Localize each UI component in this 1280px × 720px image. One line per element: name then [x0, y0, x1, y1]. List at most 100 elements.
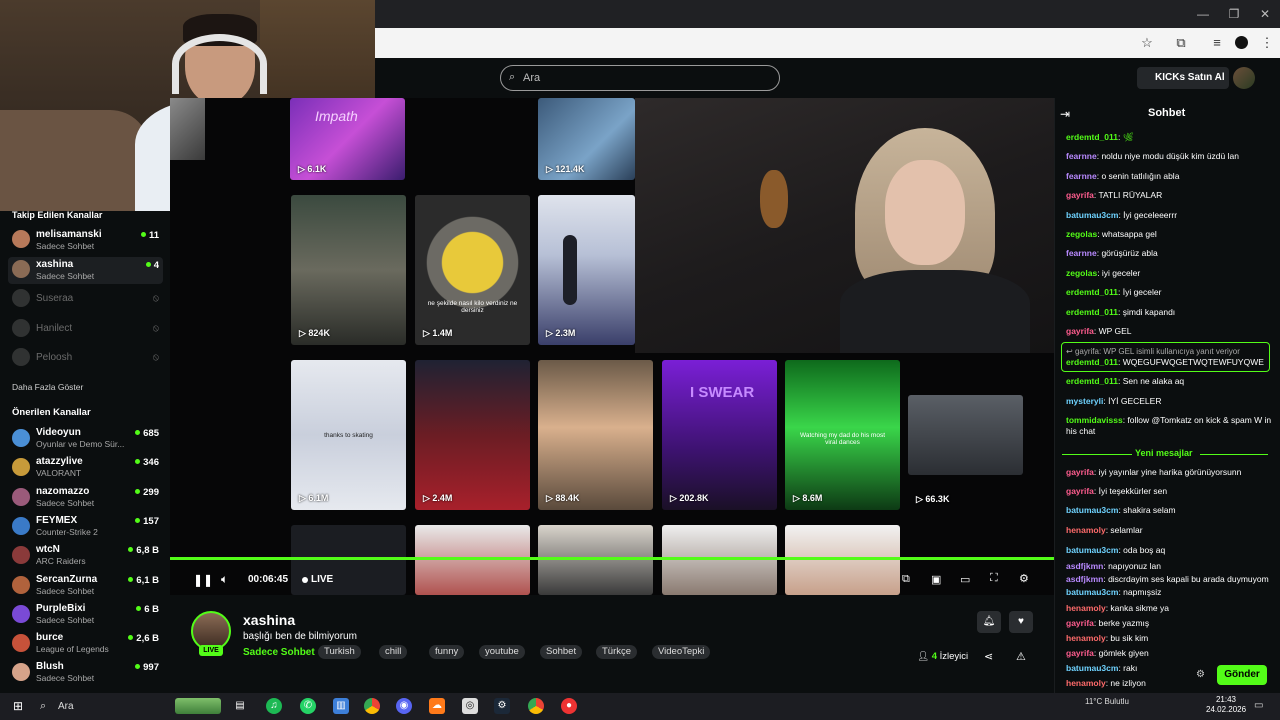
clip-tile-partial[interactable]: [291, 525, 406, 595]
chat-username[interactable]: gayrifa: [1066, 648, 1094, 658]
channel-avatar[interactable]: [12, 487, 30, 506]
pip-icon[interactable]: ▣: [931, 573, 941, 586]
chat-username[interactable]: erdemtd_011: [1066, 132, 1118, 142]
chat-username[interactable]: mysteryli: [1066, 396, 1103, 406]
chat-username[interactable]: batumau3cm: [1066, 587, 1118, 597]
show-more-link[interactable]: Daha Fazla Göster: [12, 382, 83, 392]
tag-chip[interactable]: chill: [379, 645, 408, 659]
chat-username[interactable]: henamoly: [1066, 633, 1106, 643]
clip-tile[interactable]: ▷ 88.4K: [538, 360, 653, 510]
chat-username[interactable]: batumau3cm: [1066, 505, 1118, 515]
files-icon[interactable]: ▥: [333, 698, 349, 714]
notification-icon[interactable]: ▭: [1254, 700, 1263, 711]
chat-username[interactable]: batumau3cm: [1066, 663, 1118, 673]
clock[interactable]: 21:43 24.02.2026: [1206, 695, 1246, 715]
channel-avatar[interactable]: [12, 318, 30, 337]
clip-tile[interactable]: ▷ 824K: [291, 195, 406, 345]
clip-tile[interactable]: ▷ 2.4M: [415, 360, 530, 510]
collapse-chat-icon[interactable]: ⇥: [1060, 107, 1070, 121]
discord-icon[interactable]: ◉: [396, 698, 412, 714]
chat-username[interactable]: henamoly: [1066, 525, 1106, 535]
sidebar-item-nazomazzo[interactable]: nazomazzo: [36, 486, 126, 497]
chat-username[interactable]: gayrifa: [1066, 467, 1094, 477]
extensions-icon[interactable]: ⧉: [1172, 34, 1190, 52]
clip-tile-partial[interactable]: [415, 525, 530, 595]
chat-username[interactable]: tommidavisss: [1066, 415, 1123, 425]
tag-chip[interactable]: Sohbet: [540, 645, 583, 659]
sidebar-item-purplebixi[interactable]: PurpleBixi: [36, 603, 126, 614]
chat-username[interactable]: gayrifa: [1066, 618, 1094, 628]
widget-image-icon[interactable]: [175, 698, 221, 714]
windows-start-icon[interactable]: ⊞: [10, 698, 26, 714]
chat-username[interactable]: henamoly: [1066, 678, 1106, 688]
chat-username[interactable]: gayrifa: [1066, 326, 1094, 336]
avatar[interactable]: [1233, 67, 1255, 89]
sidebar-item-peloosh[interactable]: Peloosh: [36, 352, 126, 363]
clip-icon[interactable]: ⧉: [902, 573, 910, 586]
channel-avatar[interactable]: [12, 259, 30, 278]
clip-tile[interactable]: Watching my dad do his most viral dances…: [785, 360, 900, 510]
clip-tile-partial[interactable]: [538, 525, 653, 595]
chat-username[interactable]: gayrifa: [1066, 486, 1094, 496]
restore-icon[interactable]: ❐: [1219, 4, 1249, 24]
chat-username[interactable]: asdfjkmn: [1066, 561, 1103, 571]
channel-avatar[interactable]: [12, 604, 30, 623]
tag-chip[interactable]: Türkçe: [596, 645, 638, 659]
spotify-icon[interactable]: ♫: [266, 698, 282, 714]
chat-username[interactable]: batumau3cm: [1066, 545, 1118, 555]
tag-chip[interactable]: youtube: [479, 645, 525, 659]
clip-tile[interactable]: I SWEAR ▷ 202.8K: [662, 360, 777, 510]
sidebar-item-burce[interactable]: burce: [36, 632, 126, 643]
volume-icon[interactable]: 🔈︎: [221, 572, 228, 587]
task-view-icon[interactable]: ▤: [232, 698, 248, 714]
follow-heart-icon[interactable]: ♥: [1009, 611, 1033, 633]
sidebar-item-sercanzurna[interactable]: SercanZurna: [36, 574, 126, 585]
steam-icon[interactable]: ⚙: [494, 698, 510, 714]
clip-tile-partial[interactable]: [170, 98, 205, 160]
media-icon[interactable]: ≡: [1208, 34, 1226, 52]
tag-chip[interactable]: VideoTepki: [652, 645, 711, 659]
pause-icon[interactable]: ❚❚: [193, 573, 213, 587]
minimize-icon[interactable]: —: [1188, 4, 1218, 24]
channel-avatar[interactable]: [12, 516, 30, 535]
chat-username[interactable]: zegolas: [1066, 229, 1097, 239]
chat-username[interactable]: erdemtd_011: [1066, 287, 1118, 297]
sidebar-item-videoyun[interactable]: Videoyun: [36, 427, 126, 438]
chrome-active-icon[interactable]: [528, 698, 544, 714]
chat-username[interactable]: batumau3cm: [1066, 210, 1118, 220]
close-icon[interactable]: ✕: [1250, 4, 1280, 24]
chat-username[interactable]: zegolas: [1066, 268, 1097, 278]
channel-avatar[interactable]: [12, 289, 30, 307]
profile-icon[interactable]: [1235, 36, 1248, 49]
clip-tile[interactable]: ▷ 2.3M: [538, 195, 635, 345]
channel-avatar[interactable]: [12, 230, 30, 248]
buy-kicks-button[interactable]: KICKs Satın Al: [1137, 67, 1229, 89]
soundcloud-icon[interactable]: ☁: [429, 698, 445, 714]
chat-username[interactable]: fearnne: [1066, 151, 1097, 161]
channel-avatar[interactable]: [12, 575, 30, 594]
streamer-name[interactable]: xashina: [243, 612, 295, 628]
sidebar-item-hanilect[interactable]: Hanilect: [36, 323, 126, 334]
tag-chip[interactable]: funny: [429, 645, 465, 659]
chat-username[interactable]: henamoly: [1066, 603, 1106, 613]
clip-tile[interactable]: thanks to skating ▷ 6.1M: [291, 360, 406, 510]
chat-username[interactable]: erdemtd_011: [1066, 307, 1118, 317]
clip-tile-partial[interactable]: [785, 525, 900, 595]
channel-avatar[interactable]: [12, 429, 30, 447]
whatsapp-icon[interactable]: ✆: [300, 698, 316, 714]
sidebar-item-xashina[interactable]: xashina: [36, 259, 126, 270]
stream-category[interactable]: Sadece Sohbet: [243, 647, 315, 658]
send-button[interactable]: Gönder: [1217, 665, 1267, 685]
sidebar-item-suseraa[interactable]: Suseraa: [36, 293, 126, 304]
recorder-icon[interactable]: ●: [561, 698, 577, 714]
chat-username[interactable]: fearnne: [1066, 171, 1097, 181]
app-icon[interactable]: ◎: [462, 698, 478, 714]
tag-chip[interactable]: Turkish: [318, 645, 361, 659]
chat-settings-icon[interactable]: ⚙: [1196, 669, 1205, 680]
bookmark-star-icon[interactable]: ☆: [1138, 34, 1156, 52]
notification-bell-icon[interactable]: 🔔︎: [977, 611, 1001, 633]
clip-tile[interactable]: ne şekilde nasıl kilo verdiniz ne dersin…: [415, 195, 530, 345]
theater-icon[interactable]: ▭: [960, 573, 970, 586]
settings-icon[interactable]: ⚙: [1019, 572, 1029, 585]
chat-username[interactable]: gayrifa: [1066, 190, 1094, 200]
